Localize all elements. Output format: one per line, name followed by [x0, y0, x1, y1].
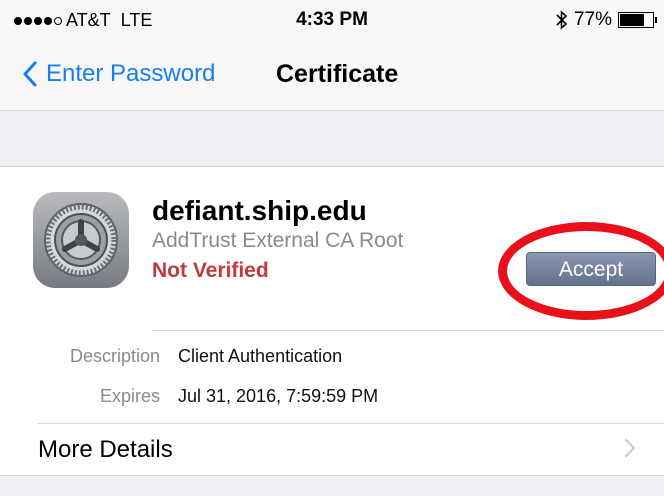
back-button-label: Enter Password [46, 60, 216, 87]
expires-label: Expires [99, 386, 160, 406]
more-details-row[interactable]: More Details [0, 424, 664, 474]
section-spacer [0, 475, 664, 496]
verification-status: Not Verified [152, 259, 269, 282]
back-button[interactable]: Enter Password [22, 60, 215, 88]
description-label: Description [69, 346, 160, 366]
battery-fill [620, 14, 644, 26]
divider [152, 330, 664, 331]
certificate-issuer: AddTrust External CA Root [152, 229, 404, 252]
page-title: Certificate [276, 60, 399, 88]
bluetooth-icon [556, 10, 568, 30]
description-value: Client Authentication [178, 346, 343, 366]
section-spacer [0, 111, 664, 167]
certificate-name: defiant.ship.edu [152, 195, 367, 226]
settings-gear-icon [33, 192, 129, 288]
navigation-bar: Enter Password Certificate [0, 40, 664, 111]
chevron-left-icon [23, 61, 37, 87]
chevron-right-icon [625, 439, 635, 457]
status-bar: AT&T LTE 4:33 PM 77% [0, 0, 664, 40]
battery-percent: 77% [573, 9, 612, 30]
status-right: 77% [556, 9, 657, 31]
highlight-annotation-circle [498, 222, 664, 320]
battery-icon [618, 12, 657, 28]
more-details-label: More Details [38, 436, 173, 463]
expires-value: Jul 31, 2016, 7:59:59 PM [178, 386, 379, 406]
